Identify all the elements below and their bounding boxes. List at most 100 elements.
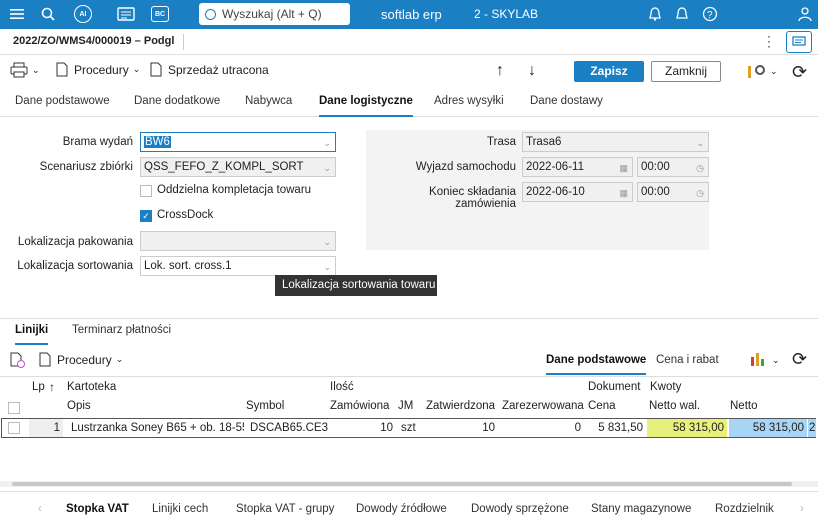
refresh-icon[interactable]: ⟳ — [792, 62, 807, 83]
scrollbar-thumb[interactable] — [12, 482, 792, 486]
cell-zatwierdzona: 10 — [482, 422, 495, 434]
select-all-checkbox[interactable] — [8, 402, 20, 414]
trasa-select[interactable]: Trasa6 ⌄ — [522, 132, 709, 152]
procedures-button[interactable]: Procedury ⌄ — [55, 62, 140, 77]
help-icon[interactable]: ? — [699, 4, 721, 24]
scenariusz-label: Scenariusz zbiórki — [39, 161, 133, 173]
cell-lp: 1 — [29, 419, 63, 437]
btab-stany-magazynowe[interactable]: Stany magazynowe — [591, 503, 691, 515]
document-header: 2022/ZO/WMS4/000019 – Podgl ⋮ — [0, 29, 818, 55]
document-title: 2022/ZO/WMS4/000019 – Podgl — [13, 35, 175, 47]
sort-up-icon[interactable]: ↑ — [49, 380, 55, 394]
wyjazd-date-field[interactable]: 2022-06-11 ▦ — [522, 157, 633, 177]
brama-value: BW6 — [144, 136, 171, 148]
printer-icon — [10, 62, 28, 78]
lost-sale-button[interactable]: Sprzedaż utracona — [149, 62, 269, 77]
chevron-down-icon: ⌄ — [323, 237, 331, 247]
btab-stopka-vat-grupy[interactable]: Stopka VAT - grupy — [236, 503, 334, 515]
lok-pak-select[interactable]: ⌄ — [140, 231, 336, 251]
search-icon[interactable] — [37, 4, 59, 24]
cell-extra: 2 — [808, 419, 816, 437]
oddzielna-checkbox[interactable] — [140, 185, 152, 197]
crossdock-label: CrossDock — [157, 209, 214, 221]
koniec-label: Koniec składania zamówienia — [429, 186, 516, 210]
tab-dane-podstawowe[interactable]: Dane podstawowe — [15, 95, 110, 117]
koniec-time-field[interactable]: 00:00 ◷ — [637, 182, 709, 202]
cell-symbol: DSCAB65.CE3 — [250, 422, 328, 434]
tab-dane-dodatkowe[interactable]: Dane dodatkowe — [134, 95, 220, 117]
horizontal-scrollbar[interactable] — [0, 481, 818, 487]
main-tabs: Dane podstawowe Dane dodatkowe Nabywca D… — [0, 92, 818, 117]
ai-icon[interactable]: AI — [72, 4, 94, 24]
lok-sort-label: Lokalizacja sortowania — [17, 260, 133, 272]
cell-jm: szt — [401, 422, 416, 434]
lines-refresh-icon[interactable]: ⟳ — [792, 349, 807, 370]
header-jm: JM — [398, 400, 414, 412]
svg-text:?: ? — [707, 10, 713, 21]
add-line-icon[interactable] — [9, 352, 25, 368]
arrow-down-icon[interactable]: ↓ — [528, 62, 536, 80]
cell-zarezerwowana: 0 — [574, 422, 581, 434]
wyjazd-time-field[interactable]: 00:00 ◷ — [637, 157, 709, 177]
header-zarezerwowana: Zarezerwowana — [502, 400, 584, 412]
view-tab-cena-rabat[interactable]: Cena i rabat — [656, 354, 719, 376]
btab-stopka-vat[interactable]: Stopka VAT — [66, 503, 129, 515]
save-button[interactable]: Zapisz — [574, 61, 644, 82]
company-name: 2 - SKYLAB — [474, 7, 539, 21]
chevron-down-icon: ⌄ — [323, 138, 331, 148]
header-lp: Lp — [32, 381, 45, 393]
row-checkbox[interactable] — [8, 422, 20, 434]
chevron-down-icon: ⌄ — [115, 354, 124, 364]
table-row[interactable]: 1 Lustrzanka Soney B65 + ob. 18-55 DSCAB… — [1, 418, 816, 438]
chevron-down-icon[interactable]: ⌄ — [772, 355, 780, 366]
chevron-down-icon: ⌄ — [32, 64, 40, 75]
btab-linijki-cech[interactable]: Linijki cech — [152, 503, 208, 515]
wyjazd-time-value: 00:00 — [641, 161, 670, 173]
view-tab-dane-podstawowe[interactable]: Dane podstawowe — [546, 354, 647, 375]
lost-sale-icon — [150, 62, 162, 77]
scenariusz-select[interactable]: QSS_FEFO_Z_KOMPL_SORT ⌄ — [140, 157, 336, 177]
lines-procedures-button[interactable]: Procedury ⌄ — [38, 352, 123, 367]
clock-icon: ◷ — [696, 163, 704, 173]
header-opis: Opis — [67, 400, 91, 412]
print-button[interactable]: ⌄ — [10, 62, 40, 78]
procedures-icon — [39, 352, 51, 367]
search-glass-icon — [205, 8, 216, 20]
header-divider — [183, 34, 184, 50]
scroll-right-icon[interactable]: › — [800, 503, 804, 515]
btab-dowody-zrodlowe[interactable]: Dowody źródłowe — [356, 503, 447, 515]
scroll-left-icon[interactable]: ‹ — [38, 503, 42, 515]
menu-icon[interactable] — [6, 4, 28, 24]
header-zamowiona: Zamówiona — [330, 400, 390, 412]
koniec-date-field[interactable]: 2022-06-10 ▦ — [522, 182, 633, 202]
search-input[interactable]: Wyszukaj (Alt + Q) — [199, 3, 350, 25]
notification-icon[interactable] — [671, 4, 693, 24]
news-icon[interactable] — [115, 4, 137, 24]
tab-nabywca[interactable]: Nabywca — [245, 95, 292, 117]
brama-select[interactable]: BW6 ⌄ — [140, 132, 336, 152]
tab-linijki[interactable]: Linijki — [15, 324, 49, 345]
btab-dowody-sprzezone[interactable]: Dowody sprzężone — [471, 503, 569, 515]
close-button[interactable]: Zamknij — [651, 61, 721, 82]
user-icon[interactable] — [794, 4, 816, 24]
arrow-up-icon[interactable]: ↑ — [496, 62, 504, 80]
koniec-time-value: 00:00 — [641, 186, 670, 198]
bell-icon[interactable] — [644, 4, 666, 24]
bottom-tabs: ‹ Stopka VAT Linijki cech Stopka VAT - g… — [0, 491, 818, 526]
chevron-down-icon: ⌄ — [132, 64, 141, 74]
chart-icon[interactable] — [750, 351, 770, 367]
tab-dane-dostawy[interactable]: Dane dostawy — [530, 95, 603, 117]
bc-icon[interactable]: BC — [149, 4, 171, 24]
header-zatwierdzona: Zatwierdzona — [426, 400, 496, 412]
tab-terminarz[interactable]: Terminarz płatności — [72, 324, 171, 346]
chat-icon[interactable] — [786, 31, 812, 53]
more-icon[interactable]: ⋮ — [762, 33, 776, 50]
chevron-down-icon: ⌄ — [770, 65, 778, 76]
chevron-down-icon: ⌄ — [323, 262, 331, 272]
crossdock-checkbox[interactable]: ✓ — [140, 210, 152, 222]
tab-adres-wysylki[interactable]: Adres wysyłki — [434, 95, 504, 117]
btab-rozdzielnik[interactable]: Rozdzielnik — [715, 503, 774, 515]
lok-sort-select[interactable]: Lok. sort. cross.1 ⌄ — [140, 256, 336, 276]
tab-dane-logistyczne[interactable]: Dane logistyczne — [319, 95, 413, 117]
settings-button[interactable]: ⌄ — [748, 62, 778, 80]
